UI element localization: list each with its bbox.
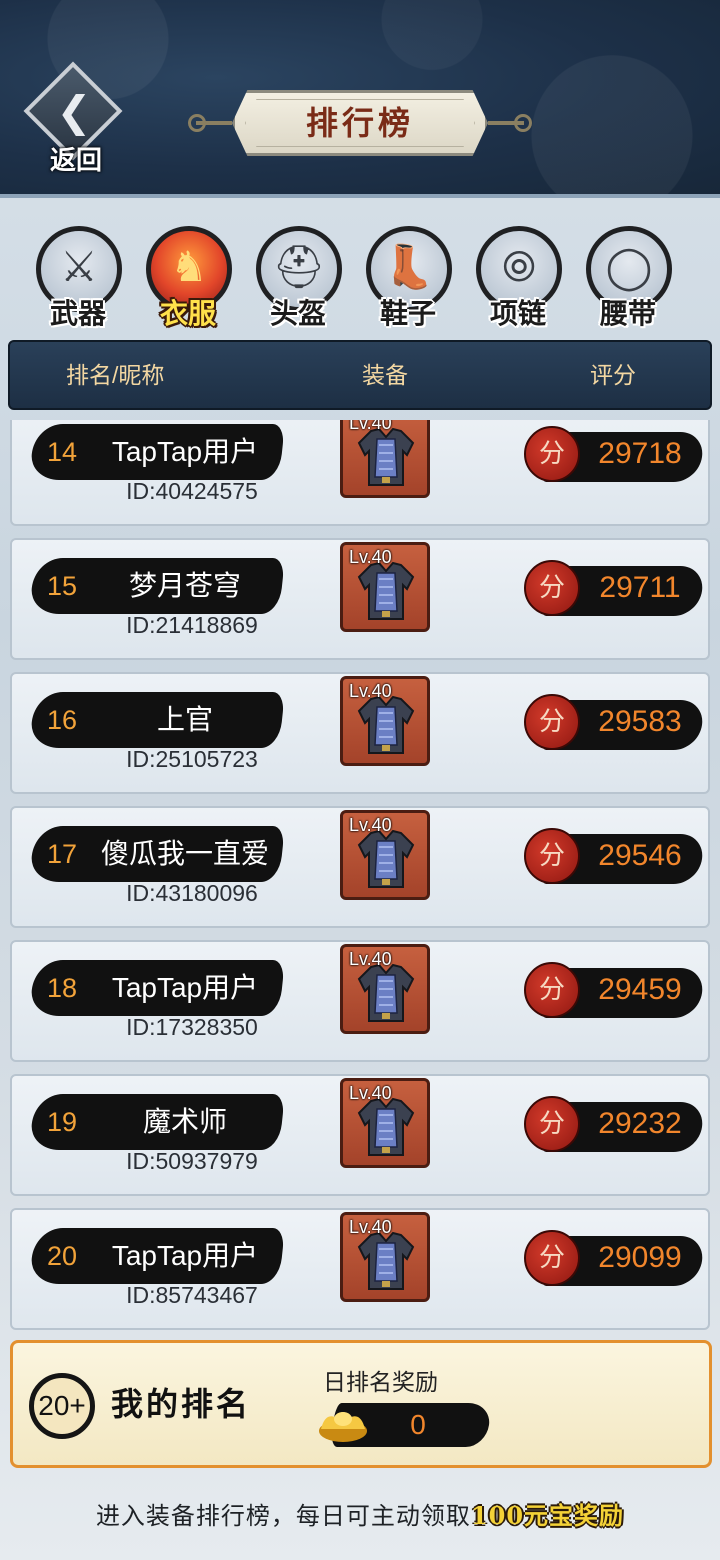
- my-rank-number: 20+: [29, 1373, 95, 1439]
- player-name: TapTap用户: [111, 1240, 259, 1271]
- footer-note: 进入装备排行榜，每日可主动领取100元宝奖励: [0, 1496, 720, 1531]
- tab-necklace[interactable]: ⦾ 项链: [470, 222, 566, 332]
- equipment-level: Lv.40: [349, 949, 392, 969]
- ranking-row[interactable]: 14 TapTap用户 ID:40424575 Lv.40 分 29718: [10, 420, 710, 526]
- armor-icon: [357, 963, 415, 1022]
- page-title: 排行榜: [305, 104, 414, 142]
- score-value: 29718: [598, 437, 682, 470]
- armor-icon: [357, 561, 415, 620]
- equipment-slot[interactable]: Lv.40: [340, 420, 430, 498]
- ranking-row[interactable]: 16 上官 ID:25105723 Lv.40 分 29583: [10, 672, 710, 794]
- armor-icon: [357, 695, 415, 754]
- column-equipment: 装备: [362, 362, 408, 388]
- back-button[interactable]: ❮ 返回: [23, 61, 128, 176]
- back-label: 返回: [49, 146, 102, 176]
- score-value: 29459: [598, 973, 682, 1006]
- footer-highlight: 100元宝奖励: [470, 1501, 625, 1530]
- tab-armor[interactable]: ♞ 衣服: [140, 222, 236, 332]
- rank-number: 20: [46, 1241, 78, 1271]
- ranking-row[interactable]: 19 魔术师 ID:50937979 Lv.40 分 29232: [10, 1074, 710, 1196]
- rank-number: 18: [46, 973, 78, 1003]
- player-name: 傻瓜我一直爱: [100, 838, 269, 869]
- tab-label: 衣服: [159, 297, 216, 330]
- rank-number: 15: [46, 571, 78, 601]
- equipment-slot[interactable]: Lv.40: [340, 542, 430, 632]
- equipment-slot[interactable]: Lv.40: [340, 1212, 430, 1302]
- score-badge: 分: [524, 1230, 580, 1286]
- player-name: 魔术师: [142, 1106, 227, 1137]
- column-rank-name: 排名/昵称: [66, 362, 165, 388]
- player-id: ID:40424575: [126, 478, 258, 504]
- score-value: 29546: [598, 839, 682, 872]
- back-arrow-icon: ❮: [56, 88, 92, 135]
- equipment-level: Lv.40: [349, 681, 392, 701]
- title-rope-knot-left: [188, 114, 206, 132]
- player-name: 梦月苍穹: [128, 570, 241, 601]
- ranking-list[interactable]: 14 TapTap用户 ID:40424575 Lv.40 分 29718 15 梦月苍穹 ID…: [10, 420, 710, 1330]
- player-id: ID:25105723: [126, 746, 258, 772]
- equipment-level: Lv.40: [349, 815, 392, 835]
- player-id: ID:17328350: [126, 1014, 258, 1040]
- ranking-row[interactable]: 20 TapTap用户 ID:85743467 Lv.40 分 29099: [10, 1208, 710, 1330]
- equipment-slot[interactable]: Lv.40: [340, 676, 430, 766]
- equipment-level: Lv.40: [349, 420, 392, 433]
- equipment-slot[interactable]: Lv.40: [340, 1078, 430, 1168]
- daily-reward-title: 日排名奖励: [323, 1369, 438, 1395]
- daily-reward-value: 0: [410, 1409, 426, 1440]
- score-badge: 分: [524, 426, 580, 482]
- tab-belt[interactable]: ◯ 腰带: [580, 222, 676, 332]
- player-name: TapTap用户: [111, 436, 259, 467]
- ranking-row[interactable]: 17 傻瓜我一直爱 ID:43180096 Lv.40 分 29546: [10, 806, 710, 928]
- equipment-category-tabs: ⚔ 武器 ♞ 衣服 ⛑ 头盔 👢 鞋子 ⦾ 项链 ◯ 腰带: [30, 222, 700, 332]
- score-badge: 分: [524, 560, 580, 616]
- my-rank-panel: 20+ 我的排名 日排名奖励 0: [10, 1340, 712, 1468]
- equipment-level: Lv.40: [349, 547, 392, 567]
- tab-label: 腰带: [599, 297, 656, 330]
- player-id: ID:85743467: [126, 1282, 258, 1308]
- armor-icon: [357, 1097, 415, 1156]
- score-value: 29711: [599, 571, 681, 604]
- tab-boot[interactable]: 👢 鞋子: [360, 222, 456, 332]
- rank-number: 19: [46, 1107, 78, 1137]
- tab-helmet[interactable]: ⛑ 头盔: [250, 222, 346, 332]
- rank-number: 17: [46, 839, 78, 869]
- gold-ingot-icon: [319, 1412, 367, 1442]
- player-id: ID:43180096: [126, 880, 258, 906]
- equipment-slot[interactable]: Lv.40: [340, 944, 430, 1034]
- tab-label: 项链: [489, 297, 546, 330]
- my-rank-label: 我的排名: [111, 1385, 252, 1423]
- tab-sword[interactable]: ⚔ 武器: [30, 222, 126, 332]
- column-score: 评分: [590, 362, 636, 388]
- rank-number: 16: [46, 705, 78, 735]
- score-badge: 分: [524, 962, 580, 1018]
- score-badge: 分: [524, 694, 580, 750]
- player-id: ID:50937979: [126, 1148, 258, 1174]
- score-value: 29583: [598, 705, 682, 738]
- player-name: TapTap用户: [111, 972, 259, 1003]
- equipment-level: Lv.40: [349, 1083, 392, 1103]
- player-name: 上官: [156, 704, 213, 735]
- armor-icon: [357, 1231, 415, 1290]
- armor-icon: [357, 829, 415, 888]
- tab-label: 头盔: [269, 297, 326, 330]
- score-value: 29232: [598, 1107, 682, 1140]
- armor-icon: [357, 427, 415, 486]
- score-badge: 分: [524, 1096, 580, 1152]
- score-value: 29099: [598, 1241, 682, 1274]
- top-header: ❮ 返回 排行榜: [0, 0, 720, 198]
- table-header: 排名/昵称 装备 评分: [8, 340, 712, 410]
- equipment-level: Lv.40: [349, 1217, 392, 1237]
- tab-label: 武器: [49, 297, 106, 330]
- equipment-slot[interactable]: Lv.40: [340, 810, 430, 900]
- score-badge: 分: [524, 828, 580, 884]
- footer-text: 进入装备排行榜，每日可主动领取: [95, 1502, 471, 1530]
- player-id: ID:21418869: [126, 612, 258, 638]
- tab-label: 鞋子: [379, 297, 436, 330]
- rank-number: 14: [46, 437, 78, 467]
- title-rope-knot-right: [514, 114, 532, 132]
- ranking-row[interactable]: 15 梦月苍穹 ID:21418869 Lv.40 分 29711: [10, 538, 710, 660]
- ranking-row[interactable]: 18 TapTap用户 ID:17328350 Lv.40 分 29459: [10, 940, 710, 1062]
